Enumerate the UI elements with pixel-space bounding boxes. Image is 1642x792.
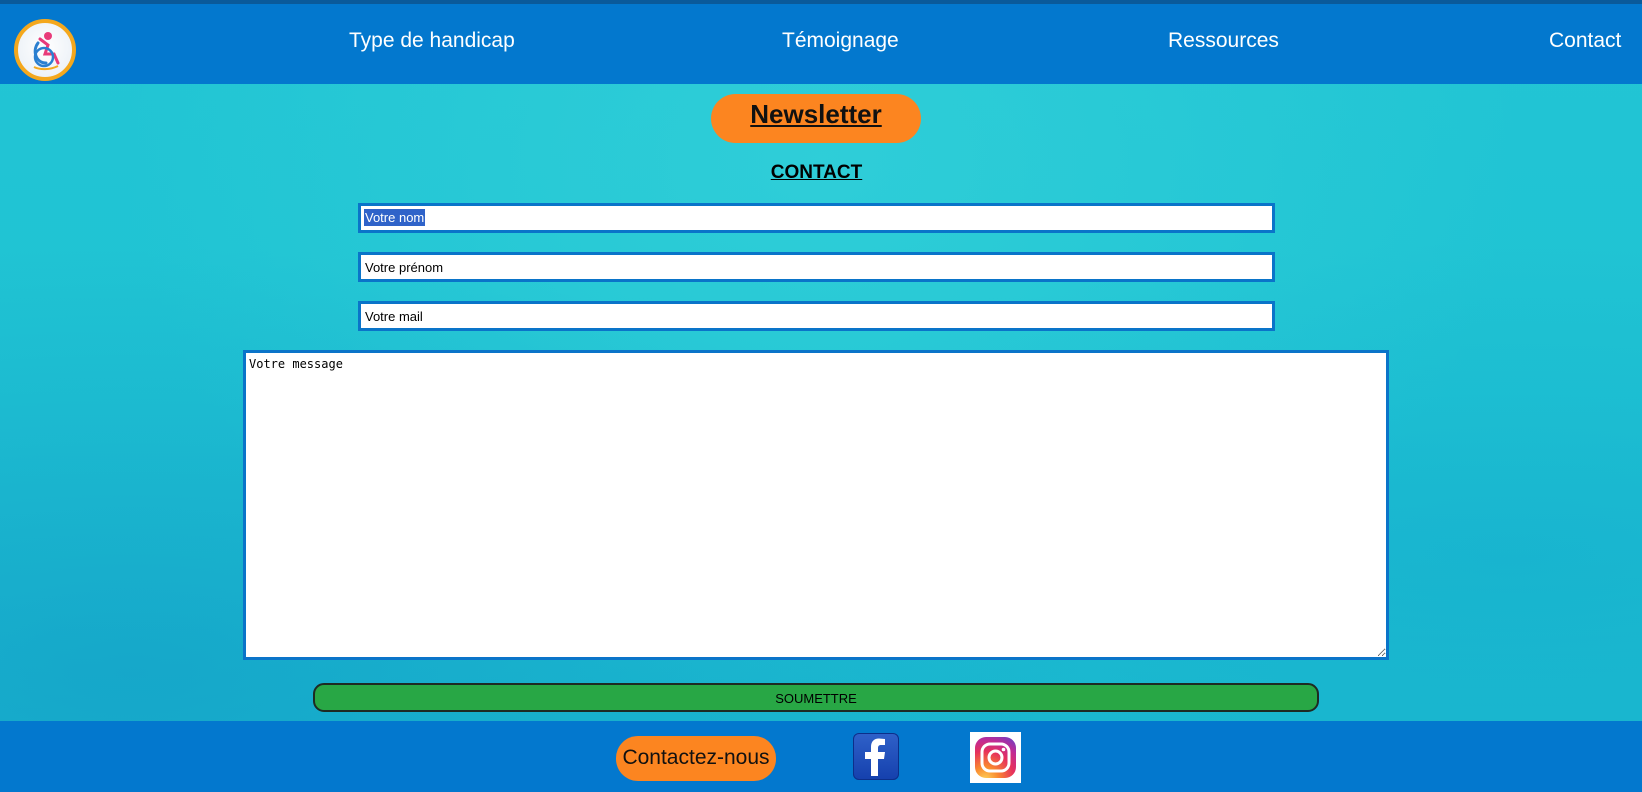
footer-bar: Contactez-nous <box>0 721 1642 792</box>
nav-link-contact[interactable]: Contact <box>1549 29 1621 53</box>
newsletter-button[interactable]: Newsletter <box>711 94 921 143</box>
nom-field[interactable] <box>358 203 1275 233</box>
submit-button[interactable]: SOUMETTRE <box>313 683 1319 712</box>
contact-title: CONTACT <box>770 162 863 183</box>
nav-link-ressources[interactable]: Ressources <box>1168 29 1279 53</box>
wheelchair-logo-icon[interactable] <box>14 19 76 81</box>
instagram-icon[interactable] <box>970 732 1021 783</box>
mail-field[interactable] <box>358 301 1275 331</box>
top-navbar: Type de handicap Témoignage Ressources C… <box>0 4 1642 84</box>
message-textarea[interactable]: Votre message <box>243 350 1389 660</box>
nav-link-type-de-handicap[interactable]: Type de handicap <box>349 29 515 53</box>
contactez-nous-button[interactable]: Contactez-nous <box>616 736 776 781</box>
facebook-icon[interactable] <box>853 733 899 780</box>
nav-link-temoignage[interactable]: Témoignage <box>782 29 899 53</box>
prenom-field[interactable] <box>358 252 1275 282</box>
